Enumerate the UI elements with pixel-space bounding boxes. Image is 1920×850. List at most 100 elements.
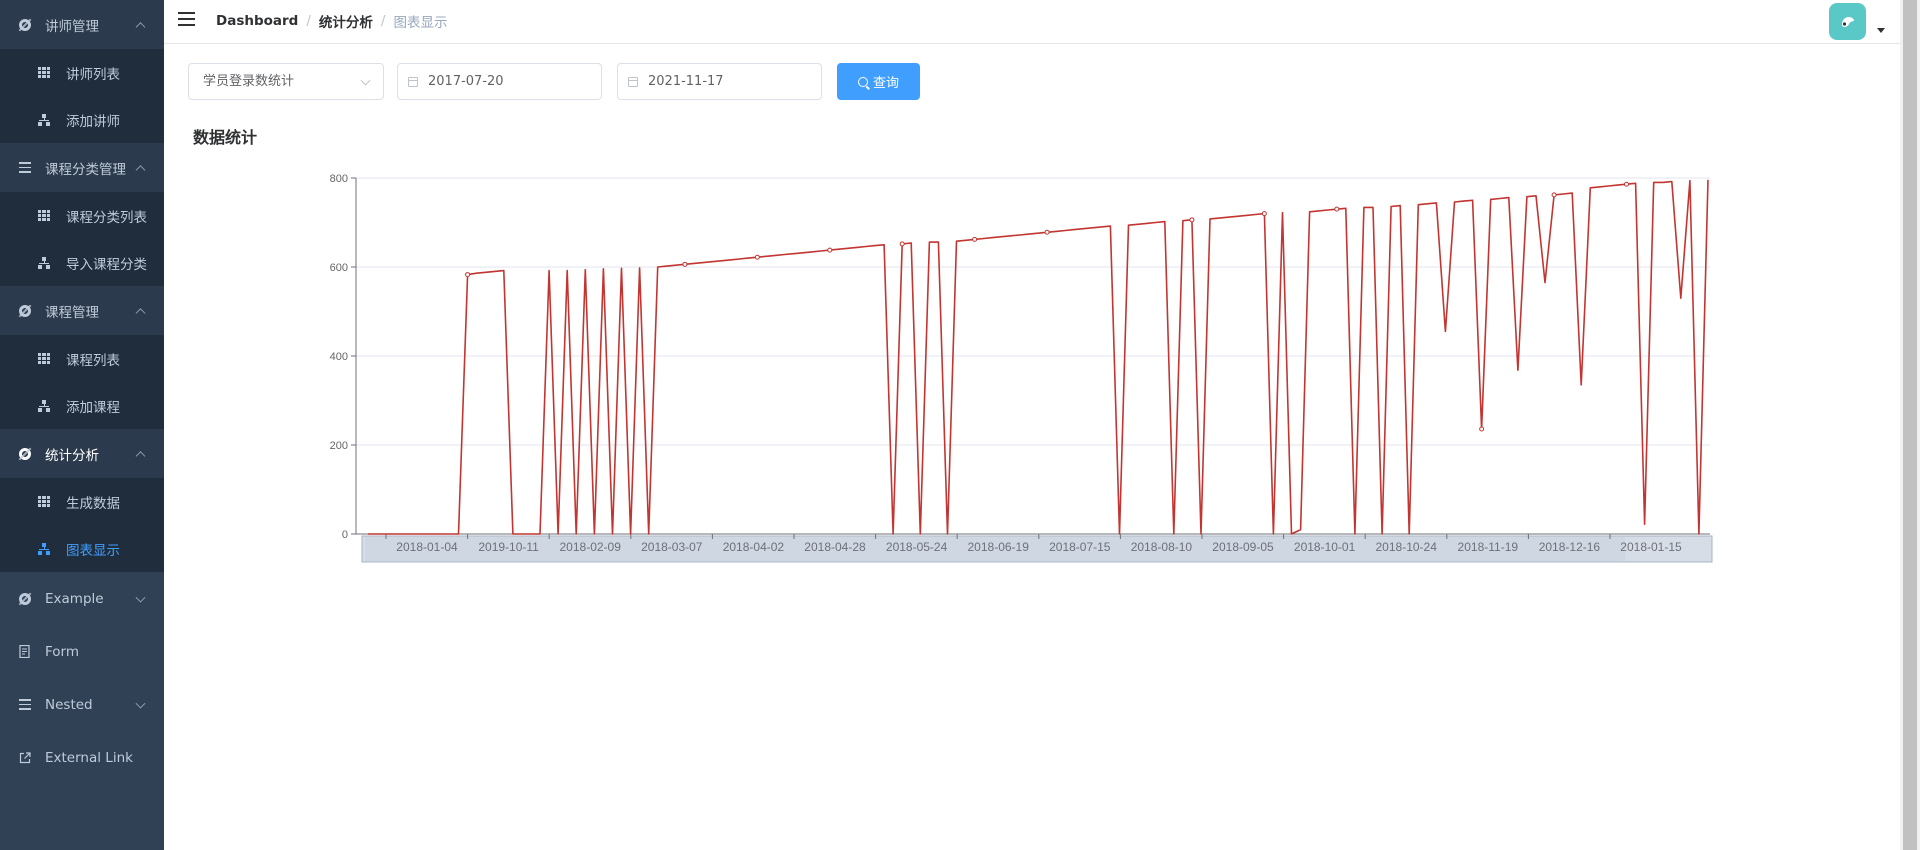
x-tick-label: 2018-01-04 [396,540,458,554]
tree-icon [38,399,50,412]
chevron-up-icon [135,164,146,175]
section-title: 数据统计 [193,128,258,147]
data-point [1479,426,1485,432]
y-tick-label: 800 [330,173,348,185]
x-tick-label: 2018-06-19 [968,540,1030,554]
data-point [1044,229,1050,235]
query-button[interactable]: 查询 [837,63,920,100]
sidebar-item-teacher-list[interactable]: 讲师列表 [0,49,164,96]
form-icon [18,645,32,659]
menu-group-course-category[interactable]: 课程分类管理 [0,143,164,192]
chevron-up-icon [135,307,146,318]
end-date-picker[interactable]: 2021-11-17 [617,63,822,100]
sidebar: 讲师管理 讲师列表 添加讲师 课程分类管理 课程分类列表 导入课程分类 课程管理 [0,0,164,850]
sidebar-item-label: 图表显示 [66,542,120,559]
gear-icon [18,18,32,32]
breadcrumb-dashboard[interactable]: Dashboard [216,13,298,29]
table-icon [38,353,50,365]
line-chart[interactable]: 0 200 400 600 800 2018-01-04 2019-10-11 2018-02… [300,165,1730,575]
top-navbar: Dashboard / 统计分析 / 图表显示 [164,0,1920,44]
sidebar-item-category-list[interactable]: 课程分类列表 [0,192,164,239]
sidebar-item-course-list[interactable]: 课程列表 [0,335,164,382]
sidebar-item-import-category[interactable]: 导入课程分类 [0,239,164,286]
breadcrumb-separator: / [306,13,311,29]
menu-group-example[interactable]: Example [0,572,164,625]
x-tick-label: 2018-12-16 [1539,540,1601,554]
calendar-icon [628,77,638,87]
sidebar-item-chart-display[interactable]: 图表显示 [0,525,164,572]
sidebar-item-label: 课程分类列表 [66,209,147,226]
sidebar-item-generate-data[interactable]: 生成数据 [0,478,164,525]
data-point [1261,211,1267,217]
breadcrumb-current: 图表显示 [393,15,448,31]
gear-icon [18,304,32,318]
avatar[interactable] [1829,3,1866,40]
chevron-down-icon [360,75,371,86]
sidebar-item-add-teacher[interactable]: 添加讲师 [0,96,164,143]
menu-item-external-link[interactable]: External Link [0,731,164,784]
menu-group-nested[interactable]: Nested [0,678,164,731]
table-icon [38,67,50,79]
caret-down-icon[interactable] [1877,28,1885,33]
x-tick-label: 2018-03-07 [641,540,703,554]
hamburger-icon[interactable] [178,12,195,26]
menu-item-label: External Link [45,749,133,766]
app-root: 讲师管理 讲师列表 添加讲师 课程分类管理 课程分类列表 导入课程分类 课程管理 [0,0,1920,850]
menu-group-label: Example [45,590,104,607]
breadcrumb-statistics[interactable]: 统计分析 [319,11,373,31]
sidebar-item-label: 添加讲师 [66,113,120,130]
avatar-icon [1841,16,1854,27]
page-scrollbar[interactable] [1900,0,1920,850]
external-link-icon [18,751,32,765]
data-point [1189,217,1195,223]
menu-group-label: Nested [45,696,93,713]
menu-group-course[interactable]: 课程管理 [0,286,164,335]
sidebar-item-add-course[interactable]: 添加课程 [0,382,164,429]
search-icon [857,76,868,87]
y-tick-label: 200 [330,440,348,452]
menu-group-label: 课程分类管理 [45,161,126,178]
stat-type-select[interactable]: 学员登录数统计 [188,63,384,100]
data-point [827,247,833,253]
y-tick-label: 0 [342,529,348,541]
menu-group-statistics[interactable]: 统计分析 [0,429,164,478]
sidebar-item-label: 课程列表 [66,352,120,369]
list-icon [18,698,32,712]
table-icon [38,496,50,508]
menu-item-form[interactable]: Form [0,625,164,678]
x-tick-label: 2019-10-11 [478,540,539,554]
y-tick-label: 400 [330,351,348,363]
tree-icon [38,256,50,269]
gear-icon [18,592,32,606]
data-point [899,241,905,247]
menu-group-teacher[interactable]: 讲师管理 [0,0,164,49]
x-tick-label: 2018-05-24 [886,540,948,554]
scrollbar-thumb[interactable] [1903,0,1917,850]
data-point [1624,181,1630,187]
x-tick-label: 2018-02-09 [560,540,622,554]
data-point [465,272,471,278]
sidebar-item-label: 添加课程 [66,399,120,416]
data-point [972,236,978,242]
sidebar-item-label: 导入课程分类 [66,256,147,273]
x-tick-label: 2018-07-15 [1049,540,1111,554]
x-tick-label: 2018-09-05 [1212,540,1274,554]
calendar-icon [408,77,418,87]
breadcrumb-separator: / [380,13,386,29]
x-tick-label: 2018-10-01 [1294,540,1356,554]
x-tick-label: 2018-04-28 [804,540,866,554]
x-tick-label: 2018-01-15 [1620,540,1682,554]
menu-item-label: Form [45,643,80,660]
series-line [368,179,1709,535]
sidebar-item-label: 生成数据 [66,495,120,512]
x-tick-label: 2018-04-02 [723,540,785,554]
start-date-picker[interactable]: 2017-07-20 [397,63,602,100]
data-point [682,261,688,267]
list-icon [18,161,32,175]
data-point [754,254,760,260]
tree-icon [38,113,50,126]
tree-icon [38,542,50,555]
data-point [1334,206,1340,212]
breadcrumb: Dashboard / 统计分析 / 图表显示 [216,11,447,31]
chevron-down-icon [135,698,146,709]
